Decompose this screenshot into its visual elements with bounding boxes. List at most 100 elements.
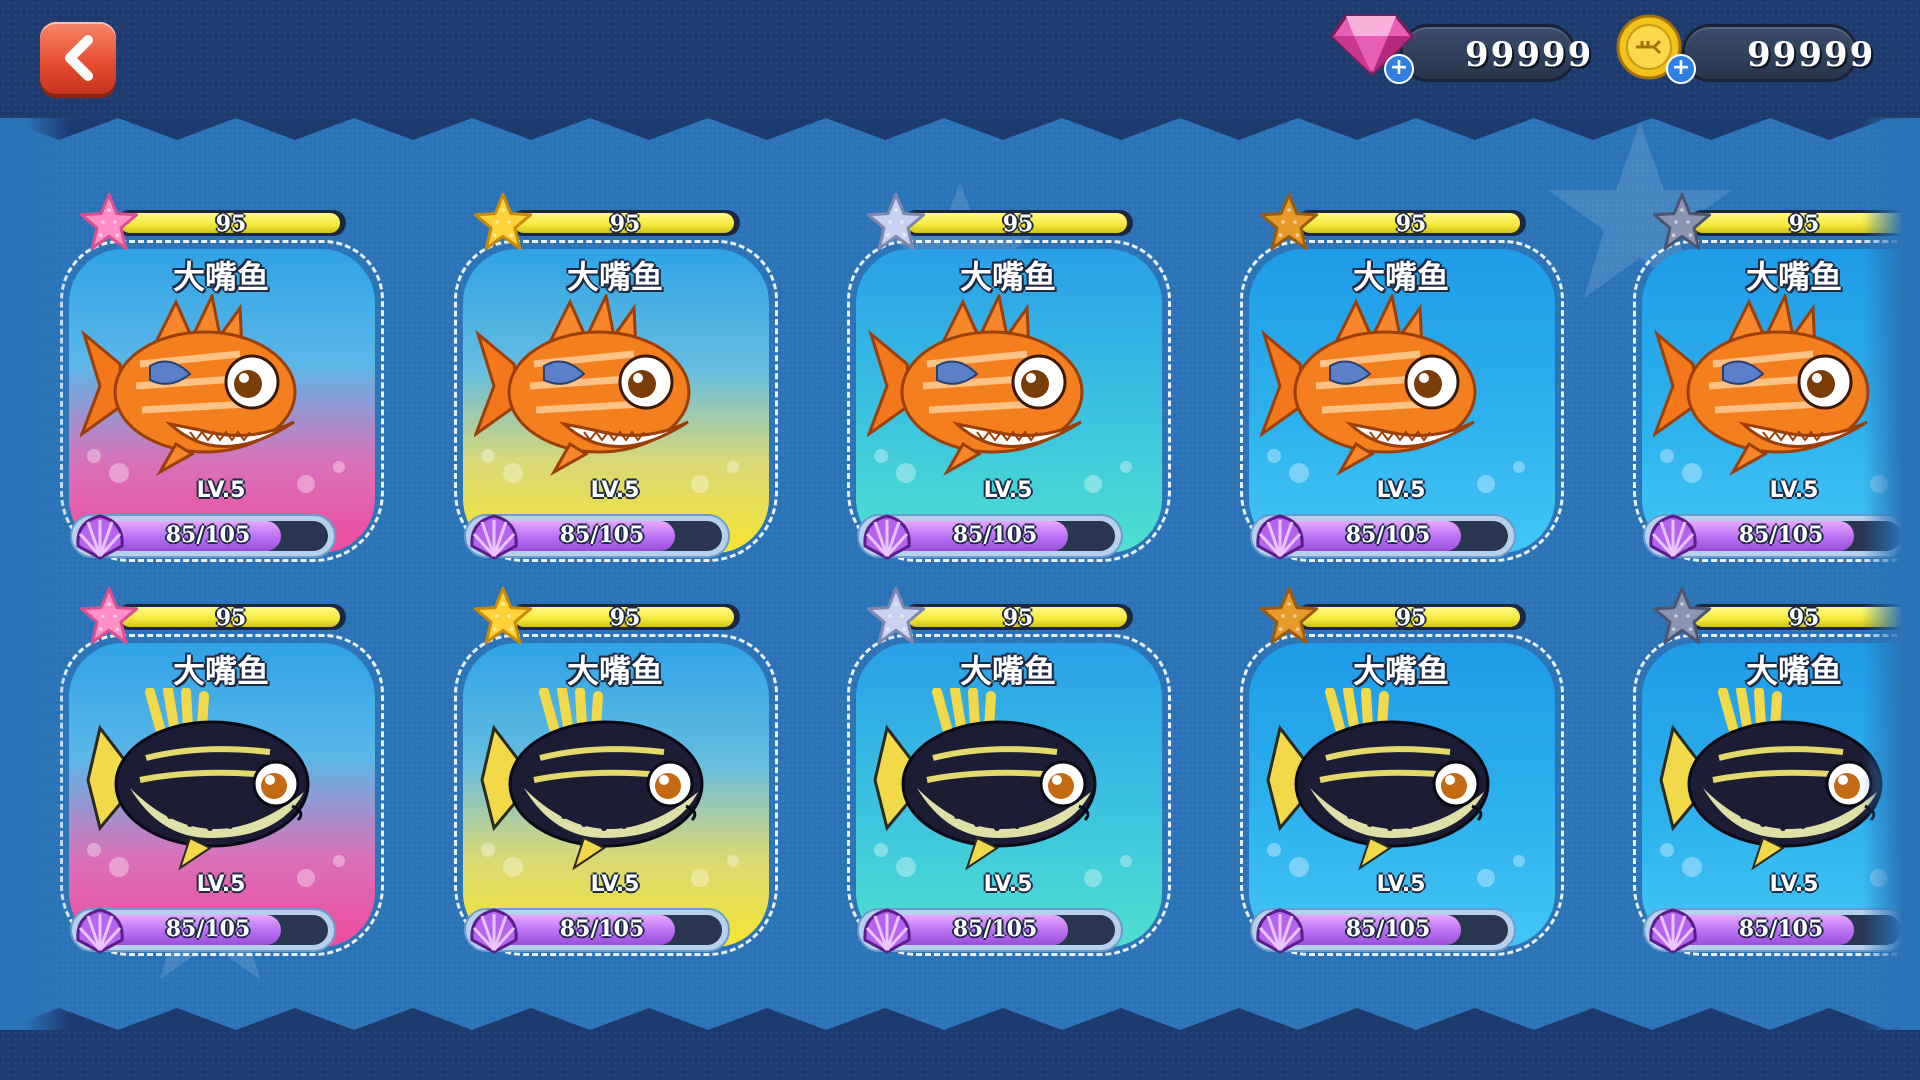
exp-value: 85/105 xyxy=(559,522,645,548)
fish-level: LV.5 xyxy=(590,478,640,503)
rank-star-icon xyxy=(1652,192,1712,250)
score-value: 95 xyxy=(609,605,641,631)
score-value: 95 xyxy=(1788,211,1820,237)
exp-bar: 85/105 xyxy=(1250,514,1516,560)
exp-bar: 85/105 xyxy=(70,908,336,954)
fish-card[interactable]: 95 大嘴鱼 LV.5 85/105 xyxy=(450,586,780,956)
fish-level: LV.5 xyxy=(983,478,1033,503)
fish-name: 大嘴鱼 xyxy=(1352,258,1449,296)
fish-name: 大嘴鱼 xyxy=(1745,258,1842,296)
score-value: 95 xyxy=(1395,605,1427,631)
coin-counter: 99999 xyxy=(1682,24,1873,82)
fish-card[interactable]: 95 大嘴鱼 LV.5 85/105 xyxy=(56,192,386,562)
exp-bar: 85/105 xyxy=(857,514,1123,560)
fish-card[interactable]: 95 大嘴鱼 LV.5 85/105 xyxy=(1236,192,1566,562)
score-bar: 95 xyxy=(903,604,1133,631)
score-value: 95 xyxy=(1002,605,1034,631)
exp-value: 85/105 xyxy=(165,522,251,548)
score-bar: 95 xyxy=(116,604,346,631)
exp-value: 85/105 xyxy=(559,916,645,942)
exp-value: 85/105 xyxy=(1738,522,1824,548)
fish-level: LV.5 xyxy=(196,478,246,503)
orange-striped-fish-icon xyxy=(1260,294,1477,476)
fish-level: LV.5 xyxy=(1376,478,1426,503)
score-bar: 95 xyxy=(1296,604,1526,631)
score-bar: 95 xyxy=(1689,604,1919,631)
orange-striped-fish-icon xyxy=(1653,294,1870,476)
exp-bar: 85/105 xyxy=(464,908,730,954)
fish-level: LV.5 xyxy=(1769,872,1819,897)
exp-bar: 85/105 xyxy=(70,514,336,560)
dark-puffer-fish-icon xyxy=(480,688,704,871)
exp-bar: 85/105 xyxy=(1643,908,1909,954)
exp-bar: 85/105 xyxy=(1250,908,1516,954)
rank-star-icon xyxy=(1259,586,1319,644)
rank-star-icon xyxy=(1652,586,1712,644)
exp-value: 85/105 xyxy=(952,916,1038,942)
fish-name: 大嘴鱼 xyxy=(1745,652,1842,690)
score-value: 95 xyxy=(609,211,641,237)
score-value: 95 xyxy=(1788,605,1820,631)
exp-value: 85/105 xyxy=(165,916,251,942)
score-value: 95 xyxy=(215,605,247,631)
add-gems-button[interactable]: + xyxy=(1384,54,1414,84)
fish-card[interactable]: 95 大嘴鱼 LV.5 85/105 xyxy=(450,192,780,562)
fish-level: LV.5 xyxy=(983,872,1033,897)
fish-card[interactable]: 95 大嘴鱼 LV.5 85/105 xyxy=(843,586,1173,956)
score-value: 95 xyxy=(215,211,247,237)
score-bar: 95 xyxy=(510,210,740,237)
exp-bar: 85/105 xyxy=(1643,514,1909,560)
gem-count: 99999 xyxy=(1465,35,1594,75)
rank-star-icon xyxy=(79,586,139,644)
fish-name: 大嘴鱼 xyxy=(566,652,663,690)
fish-card[interactable]: 95 大嘴鱼 LV.5 85/105 xyxy=(56,586,386,956)
score-bar: 95 xyxy=(1296,210,1526,237)
rank-star-icon xyxy=(473,586,533,644)
chevron-left-icon xyxy=(65,35,93,81)
fish-card[interactable]: 95 大嘴鱼 LV.5 85/105 xyxy=(1629,192,1920,562)
fish-card[interactable]: 95 大嘴鱼 LV.5 85/105 xyxy=(1629,586,1920,956)
fish-name: 大嘴鱼 xyxy=(172,652,269,690)
exp-value: 85/105 xyxy=(1738,916,1824,942)
zigzag-bottom-edge xyxy=(0,1008,1920,1030)
orange-striped-fish-icon xyxy=(474,294,691,476)
score-bar: 95 xyxy=(510,604,740,631)
fish-name: 大嘴鱼 xyxy=(172,258,269,296)
back-button[interactable] xyxy=(40,22,116,94)
fish-name: 大嘴鱼 xyxy=(959,652,1056,690)
exp-bar: 85/105 xyxy=(464,514,730,560)
fish-card[interactable]: 95 大嘴鱼 LV.5 85/105 xyxy=(1236,586,1566,956)
fish-level: LV.5 xyxy=(1376,872,1426,897)
fish-card[interactable]: 95 大嘴鱼 LV.5 85/105 xyxy=(843,192,1173,562)
rank-star-icon xyxy=(473,192,533,250)
score-value: 95 xyxy=(1395,211,1427,237)
rank-star-icon xyxy=(866,192,926,250)
orange-striped-fish-icon xyxy=(867,294,1084,476)
exp-value: 85/105 xyxy=(1345,916,1431,942)
add-coins-button[interactable]: + xyxy=(1666,54,1696,84)
fish-name: 大嘴鱼 xyxy=(1352,652,1449,690)
dark-puffer-fish-icon xyxy=(1659,688,1883,871)
gem-counter: 99999 xyxy=(1400,24,1591,82)
exp-bar: 85/105 xyxy=(857,908,1123,954)
coin-count: 99999 xyxy=(1747,35,1876,75)
score-bar: 95 xyxy=(1689,210,1919,237)
rank-star-icon xyxy=(1259,192,1319,250)
fish-name: 大嘴鱼 xyxy=(566,258,663,296)
exp-value: 85/105 xyxy=(952,522,1038,548)
dark-puffer-fish-icon xyxy=(873,688,1097,871)
fish-level: LV.5 xyxy=(196,872,246,897)
exp-value: 85/105 xyxy=(1345,522,1431,548)
rank-star-icon xyxy=(79,192,139,250)
fish-level: LV.5 xyxy=(1769,478,1819,503)
fish-name: 大嘴鱼 xyxy=(959,258,1056,296)
fish-level: LV.5 xyxy=(590,872,640,897)
dark-puffer-fish-icon xyxy=(1266,688,1490,871)
orange-striped-fish-icon xyxy=(80,294,297,476)
score-value: 95 xyxy=(1002,211,1034,237)
score-bar: 95 xyxy=(116,210,346,237)
bottom-bar xyxy=(0,1030,1920,1080)
dark-puffer-fish-icon xyxy=(86,688,310,871)
rank-star-icon xyxy=(866,586,926,644)
score-bar: 95 xyxy=(903,210,1133,237)
